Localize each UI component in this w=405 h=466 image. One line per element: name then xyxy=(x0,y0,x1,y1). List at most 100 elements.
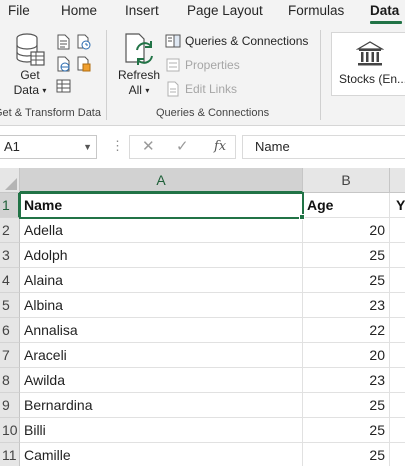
stocks-data-type-button[interactable]: Stocks (En... xyxy=(331,32,405,96)
cell-name[interactable]: Adolph xyxy=(20,243,303,268)
row-header[interactable]: 4 xyxy=(0,268,20,293)
bank-building-icon xyxy=(356,41,384,66)
row-header[interactable]: 5 xyxy=(0,293,20,318)
cell-age[interactable]: 25 xyxy=(303,393,390,418)
column-header-a[interactable]: A xyxy=(20,168,303,193)
cell-column-c[interactable] xyxy=(390,243,405,268)
cell-column-c[interactable] xyxy=(390,418,405,443)
enter-check-icon[interactable]: ✓ xyxy=(176,137,189,155)
properties-button[interactable]: Properties xyxy=(165,55,240,75)
ribbon: Get Data ▾ Get & Transform Data Refresh … xyxy=(0,24,405,126)
cell-column-c[interactable] xyxy=(390,343,405,368)
cell-name[interactable]: Annalisa xyxy=(20,318,303,343)
tab-page-layout[interactable]: Page Layout xyxy=(187,3,263,18)
ribbon-tab-bar: File Home Insert Page Layout Formulas Da… xyxy=(0,0,405,24)
group-separator xyxy=(106,30,107,120)
cell-column-c[interactable] xyxy=(390,393,405,418)
name-box-value: A1 xyxy=(4,139,20,154)
row-header[interactable]: 7 xyxy=(0,343,20,368)
chevron-down-icon[interactable]: ▼ xyxy=(83,136,92,158)
cell-name[interactable]: Camille xyxy=(20,443,303,466)
header-cell-name[interactable]: Name xyxy=(20,193,303,218)
formula-buttons: ✕ ✓ fx xyxy=(129,135,236,159)
cell-name[interactable]: Billi xyxy=(20,418,303,443)
refresh-icon xyxy=(125,33,153,65)
select-all-button[interactable] xyxy=(0,168,20,193)
row-header[interactable]: 2 xyxy=(0,218,20,243)
queries-connections-label: Queries & Connections xyxy=(185,34,309,48)
column-header-c[interactable] xyxy=(390,168,405,193)
cell-column-c[interactable] xyxy=(390,368,405,393)
cell-age[interactable]: 25 xyxy=(303,243,390,268)
edit-links-icon xyxy=(167,81,179,97)
cell-age[interactable]: 23 xyxy=(303,293,390,318)
cell-name[interactable]: Araceli xyxy=(20,343,303,368)
group-label-get-transform: Get & Transform Data xyxy=(0,107,101,119)
get-data-label-line1: Get xyxy=(20,68,40,82)
stocks-label: Stocks (En... xyxy=(339,72,405,86)
cell-age[interactable]: 20 xyxy=(303,343,390,368)
from-table-range-icon[interactable] xyxy=(56,78,71,94)
row-header[interactable]: 6 xyxy=(0,318,20,343)
database-icon xyxy=(16,33,45,66)
properties-icon xyxy=(166,58,180,72)
tab-formulas[interactable]: Formulas xyxy=(288,3,344,18)
cell-age[interactable]: 25 xyxy=(303,443,390,466)
queries-connections-button[interactable]: Queries & Connections xyxy=(165,31,308,51)
formula-input[interactable]: Name xyxy=(242,135,405,159)
row-header[interactable]: 8 xyxy=(0,368,20,393)
row-header[interactable]: 3 xyxy=(0,243,20,268)
cell-age[interactable]: 22 xyxy=(303,318,390,343)
queries-pane-icon xyxy=(165,34,181,48)
cell-column-c[interactable]: Y xyxy=(390,193,405,218)
refresh-all-button[interactable]: Refresh All ▾ xyxy=(116,32,162,98)
refresh-label-line2: All xyxy=(128,83,142,97)
header-cell-age[interactable]: Age xyxy=(303,193,390,218)
column-header-b[interactable]: B xyxy=(303,168,390,193)
cell-column-c[interactable] xyxy=(390,268,405,293)
cell-column-c[interactable] xyxy=(390,318,405,343)
chevron-down-icon: ▾ xyxy=(42,86,47,95)
tab-data[interactable]: Data xyxy=(370,3,399,18)
recent-sources-icon[interactable] xyxy=(76,34,91,50)
get-data-label-line2: Data xyxy=(13,83,39,97)
cell-age[interactable]: 23 xyxy=(303,368,390,393)
cell-column-c[interactable] xyxy=(390,443,405,466)
get-data-button[interactable]: Get Data ▾ xyxy=(8,32,52,98)
formula-bar: A1 ▼ ⋮ ✕ ✓ fx Name xyxy=(0,126,405,168)
tab-home[interactable]: Home xyxy=(61,3,97,18)
edit-links-label: Edit Links xyxy=(185,82,238,96)
cell-name[interactable]: Adella xyxy=(20,218,303,243)
cell-column-c[interactable] xyxy=(390,218,405,243)
chevron-down-icon: ▾ xyxy=(145,86,150,95)
fill-handle[interactable] xyxy=(299,214,305,220)
refresh-label-line1: Refresh xyxy=(117,68,161,82)
group-label-queries: Queries & Connections xyxy=(156,107,270,119)
properties-label: Properties xyxy=(185,58,240,72)
tab-file[interactable]: File xyxy=(8,3,30,18)
from-text-csv-icon[interactable] xyxy=(56,34,71,50)
from-web-icon[interactable] xyxy=(56,56,71,72)
select-all-triangle-icon xyxy=(5,178,17,190)
cell-name[interactable]: Albina xyxy=(20,293,303,318)
name-box[interactable]: A1 ▼ xyxy=(0,135,97,159)
row-header[interactable]: 9 xyxy=(0,393,20,418)
edit-links-button[interactable]: Edit Links xyxy=(165,79,237,99)
more-options-icon[interactable]: ⋮ xyxy=(111,138,124,154)
cell-name[interactable]: Alaina xyxy=(20,268,303,293)
row-header[interactable]: 10 xyxy=(0,418,20,443)
insert-function-icon[interactable]: fx xyxy=(214,139,226,154)
group-separator xyxy=(320,30,321,120)
worksheet-grid: A B 1 Name Age Y 2 Adella 20 3 Adolph 25 4 Alaina 25… xyxy=(0,168,405,466)
cell-age[interactable]: 20 xyxy=(303,218,390,243)
row-header[interactable]: 1 xyxy=(0,193,20,218)
tab-insert[interactable]: Insert xyxy=(125,3,159,18)
existing-connections-icon[interactable] xyxy=(76,56,91,72)
cell-column-c[interactable] xyxy=(390,293,405,318)
cell-name[interactable]: Awilda xyxy=(20,368,303,393)
cell-name[interactable]: Bernardina xyxy=(20,393,303,418)
cell-age[interactable]: 25 xyxy=(303,418,390,443)
cell-age[interactable]: 25 xyxy=(303,268,390,293)
cancel-icon[interactable]: ✕ xyxy=(142,137,155,155)
row-header[interactable]: 11 xyxy=(0,443,20,466)
